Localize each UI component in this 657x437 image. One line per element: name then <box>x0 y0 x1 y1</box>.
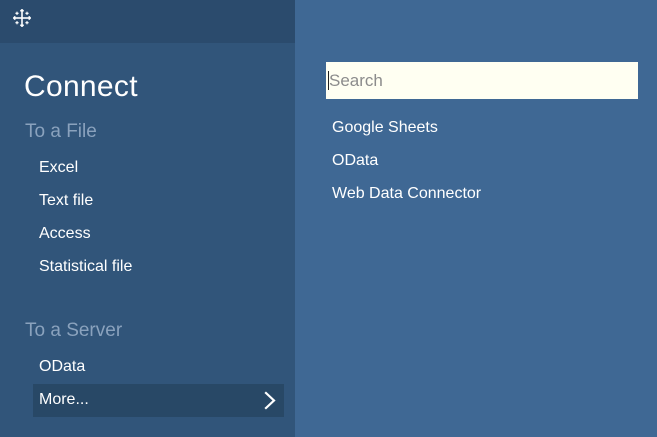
connect-title: Connect <box>24 70 138 103</box>
more-servers-label: More... <box>39 391 89 408</box>
sidebar-item-excel[interactable]: Excel <box>39 159 78 177</box>
connector-google-sheets[interactable]: Google Sheets <box>332 119 438 137</box>
sidebar-item-access[interactable]: Access <box>39 225 91 243</box>
connect-dialog: Connect To a File Excel Text file Access… <box>0 0 657 437</box>
sidebar-header <box>0 0 295 43</box>
sidebar-item-text-file[interactable]: Text file <box>39 192 93 210</box>
more-servers-button[interactable]: More... <box>33 384 284 417</box>
sidebar-item-statistical-file[interactable]: Statistical file <box>39 258 132 276</box>
chevron-right-icon <box>264 391 276 410</box>
to-a-file-heading: To a File <box>25 121 97 142</box>
search-input[interactable] <box>326 62 638 99</box>
connector-odata[interactable]: OData <box>332 152 378 170</box>
connector-web-data-connector[interactable]: Web Data Connector <box>332 185 481 203</box>
tableau-plus-logo-icon[interactable] <box>13 9 31 27</box>
connect-sidebar: Connect To a File Excel Text file Access… <box>0 0 295 437</box>
to-a-server-heading: To a Server <box>25 320 123 341</box>
sidebar-item-odata[interactable]: OData <box>39 358 85 376</box>
text-caret <box>328 71 329 90</box>
